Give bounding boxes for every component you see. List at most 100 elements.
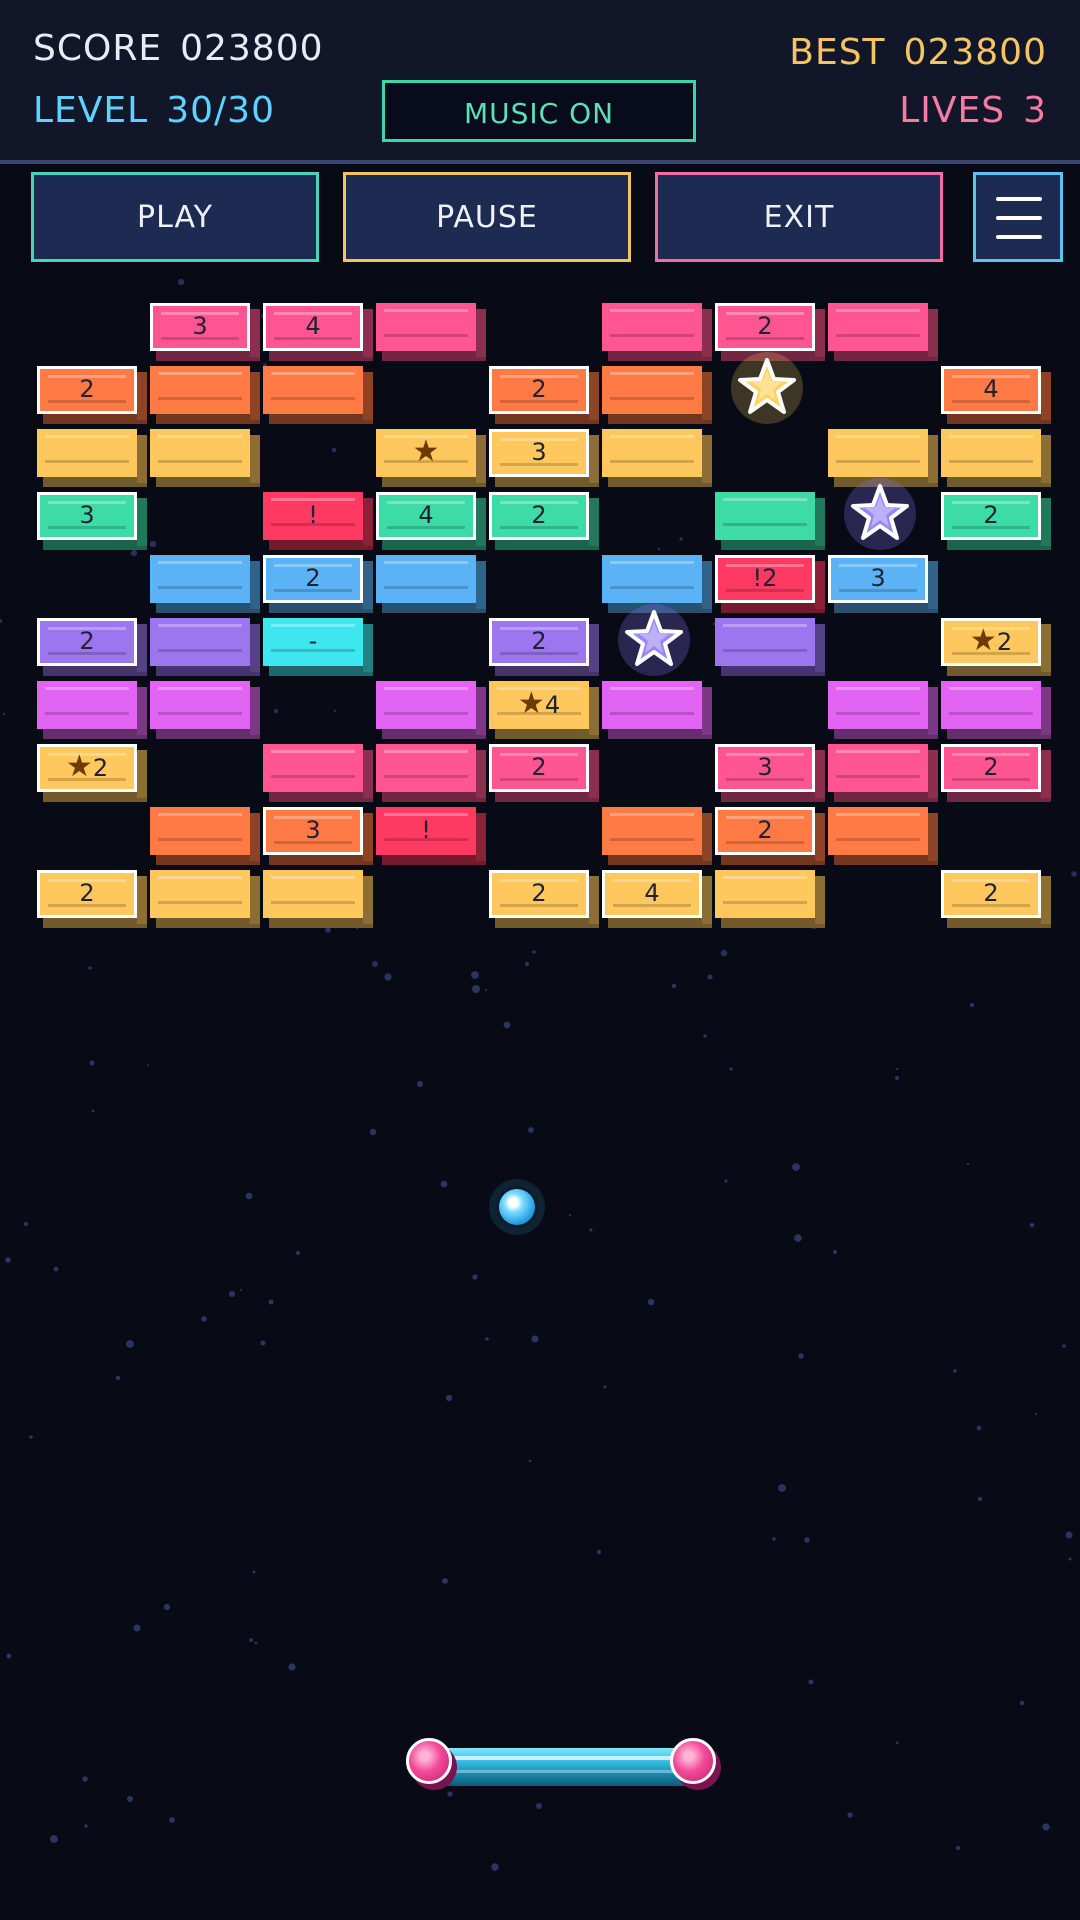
orange-brick: 2: [37, 366, 147, 424]
blue-brick: 2: [263, 555, 373, 613]
orange-brick: [263, 366, 373, 424]
orange-brick: [828, 807, 938, 865]
purple-star-powerup: [616, 602, 692, 678]
brick-label: 2: [983, 753, 999, 781]
pink-brick: 2: [715, 303, 825, 361]
orange-brick: [602, 366, 712, 424]
brick-label: 4: [644, 879, 660, 907]
star-icon: ★: [517, 686, 545, 721]
blue-brick: [602, 555, 712, 613]
brick-label: 2: [79, 375, 95, 403]
brick-field: 3 4 2 2 2 4 ★ 3 3! 4 2 2 2 !2 3 2-2 ★2 ★4 ★2 2 3 2 3! 2 2 2 4 2: [0, 0, 1080, 1920]
magenta-brick: [941, 681, 1051, 739]
red-brick: !: [263, 492, 373, 550]
brick-label: !2: [752, 564, 778, 592]
violet-brick: 2: [489, 618, 599, 676]
magenta-brick: [37, 681, 147, 739]
yellow-brick: [150, 429, 260, 487]
brick-label: 2: [531, 879, 547, 907]
yellow-brick: [941, 429, 1051, 487]
yellow-brick: 4: [602, 870, 712, 928]
orange-brick: [150, 366, 260, 424]
pink-brick: 2: [941, 744, 1051, 802]
magenta-brick: [828, 681, 938, 739]
brick-label: 3: [192, 312, 208, 340]
brick-label: 2: [531, 627, 547, 655]
yellow-brick: 2: [37, 870, 147, 928]
pink-brick: 4: [263, 303, 373, 361]
brick-label: !: [308, 501, 318, 529]
yellow-brick: [37, 429, 147, 487]
brick-label: 2: [531, 753, 547, 781]
violet-brick: [150, 618, 260, 676]
green-brick: 3: [37, 492, 147, 550]
violet-brick: [715, 618, 825, 676]
brick-label: 4: [983, 375, 999, 403]
pink-brick: 3: [715, 744, 825, 802]
pink-brick: [263, 744, 373, 802]
brick-label: !: [421, 816, 431, 844]
blue-brick: [150, 555, 260, 613]
brick-label: 2: [92, 754, 109, 782]
pink-brick: [602, 303, 712, 361]
brick-label: 4: [544, 691, 561, 719]
brick-label: 2: [531, 375, 547, 403]
star-icon: ★: [969, 623, 997, 658]
yellow-brick: 2: [941, 870, 1051, 928]
pink-brick: 3: [150, 303, 260, 361]
blue-brick: [376, 555, 486, 613]
pink-brick: [376, 303, 486, 361]
orange-brick: 2: [489, 366, 599, 424]
magenta-brick: [376, 681, 486, 739]
brick-label: 2: [79, 627, 95, 655]
violet-brick: 2: [37, 618, 147, 676]
brick-label: -: [308, 627, 318, 655]
purple-star-powerup: [842, 476, 918, 552]
brick-label: 3: [870, 564, 886, 592]
yellow-brick: ★2: [37, 744, 147, 802]
yellow-brick: 2: [489, 870, 599, 928]
brick-label: 3: [305, 816, 321, 844]
brick-label: 3: [531, 438, 547, 466]
pink-brick: 2: [489, 744, 599, 802]
orange-brick: [602, 807, 712, 865]
brick-label: 2: [305, 564, 321, 592]
green-brick: 4: [376, 492, 486, 550]
orange-brick: 3: [263, 807, 373, 865]
brick-label: 4: [418, 501, 434, 529]
paddle[interactable]: [406, 1738, 724, 1800]
brick-label: 2: [757, 312, 773, 340]
brick-label: 4: [305, 312, 321, 340]
magenta-brick: [150, 681, 260, 739]
yellow-brick: [263, 870, 373, 928]
magenta-brick: [602, 681, 712, 739]
brick-label: 2: [531, 501, 547, 529]
pink-brick: [828, 744, 938, 802]
pink-brick: [828, 303, 938, 361]
cyan-brick: -: [263, 618, 373, 676]
brick-label: 2: [983, 501, 999, 529]
yellow-brick: [150, 870, 260, 928]
brick-label: 3: [79, 501, 95, 529]
brick-label: 2: [996, 628, 1013, 656]
yellow-brick: ★4: [489, 681, 599, 739]
yellow-brick: [828, 429, 938, 487]
gold-star-powerup: [729, 350, 805, 426]
yellow-brick: ★: [376, 429, 486, 487]
brick-label: 2: [757, 816, 773, 844]
star-icon: ★: [412, 434, 440, 469]
orange-brick: 2: [715, 807, 825, 865]
yellow-brick: [602, 429, 712, 487]
yellow-brick: ★2: [941, 618, 1051, 676]
ball: [489, 1179, 545, 1235]
brick-label: 2: [79, 879, 95, 907]
green-brick: 2: [489, 492, 599, 550]
star-icon: ★: [65, 749, 93, 784]
blue-brick: 3: [828, 555, 938, 613]
yellow-brick: 3: [489, 429, 599, 487]
green-brick: 2: [941, 492, 1051, 550]
red-brick: !: [376, 807, 486, 865]
green-brick: [715, 492, 825, 550]
orange-brick: 4: [941, 366, 1051, 424]
red-brick: !2: [715, 555, 825, 613]
